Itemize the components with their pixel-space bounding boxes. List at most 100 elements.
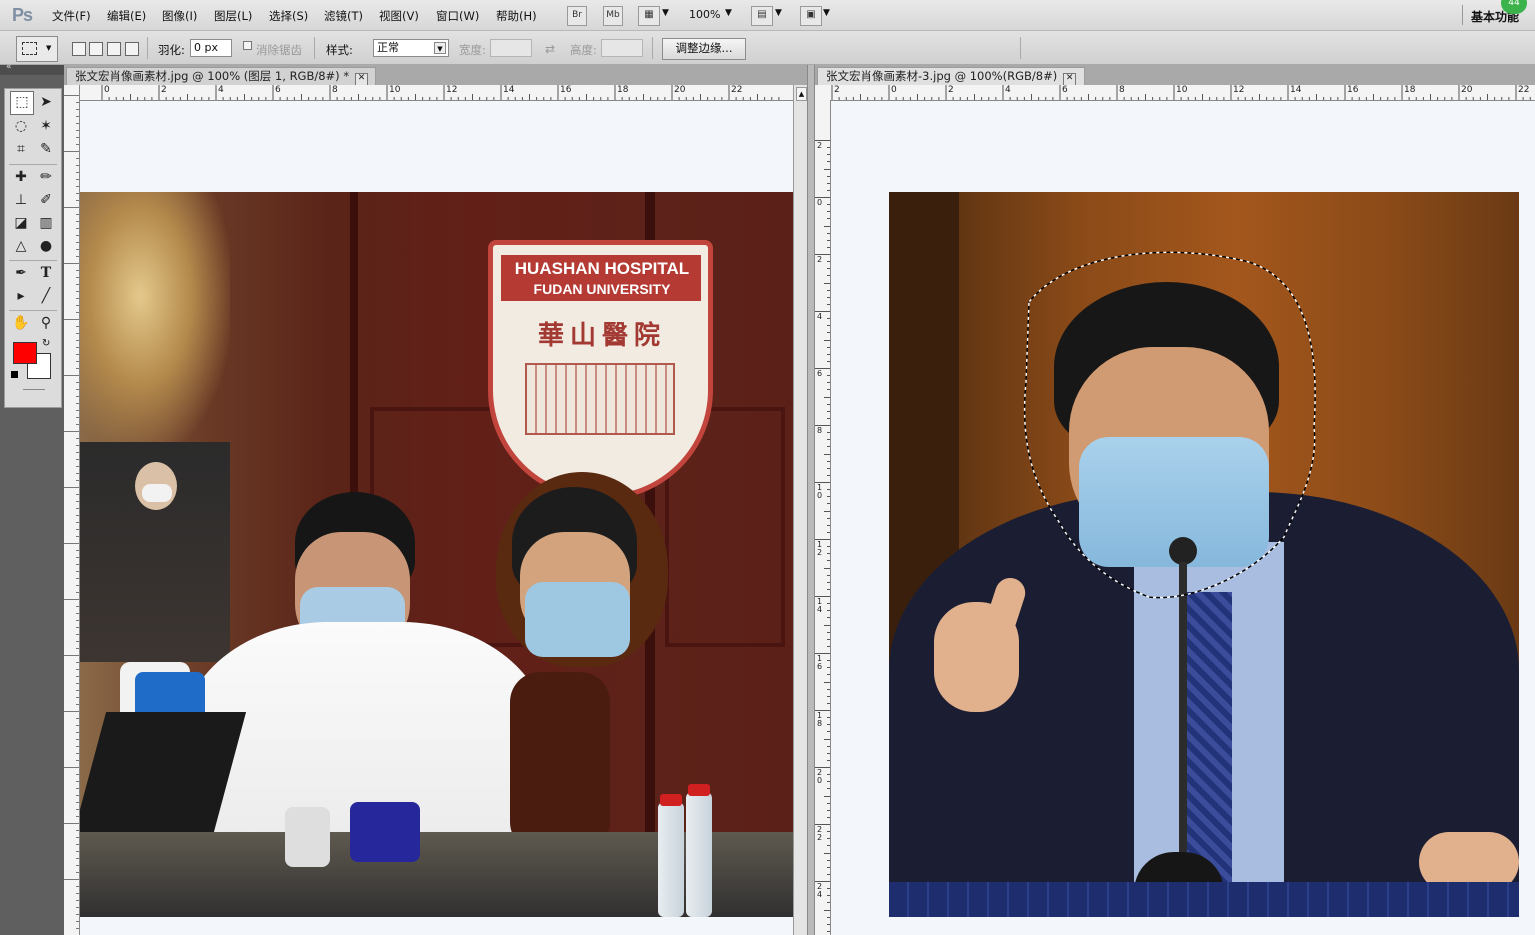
separator: [1020, 37, 1021, 59]
hand-icon[interactable]: ✋: [10, 312, 32, 334]
type-tool-icon[interactable]: T: [35, 262, 57, 284]
blur-icon[interactable]: △: [10, 235, 32, 257]
menu-image[interactable]: 图像(I): [162, 8, 197, 24]
mini-bridge-button[interactable]: Mb: [603, 6, 623, 26]
ruler-tick: [76, 830, 79, 831]
separator: [9, 310, 57, 311]
move-tool-icon[interactable]: ➤: [35, 91, 57, 113]
dodge-icon[interactable]: ●: [35, 235, 57, 257]
document-tab-2[interactable]: 张文宏肖像画素材-3.jpg @ 100%(RGB/8#) ✕: [817, 67, 1085, 86]
building-emblem: [525, 363, 675, 435]
ruler-tick: [64, 375, 79, 376]
path-select-icon[interactable]: ▸: [10, 285, 32, 307]
chevron-down-icon[interactable]: ▼: [662, 8, 669, 18]
menu-view[interactable]: 视图(V): [379, 8, 419, 24]
ruler-tick: [76, 172, 79, 173]
swap-icon[interactable]: ⇄: [545, 42, 555, 56]
menu-edit[interactable]: 编辑(E): [107, 8, 146, 24]
antialias-checkbox[interactable]: [243, 41, 252, 50]
ruler-tick: [76, 816, 79, 817]
ruler-tick: [827, 417, 830, 419]
width-label: 宽度:: [459, 43, 486, 57]
menu-filter[interactable]: 滤镜(T): [324, 8, 363, 24]
ruler-tick: [76, 893, 79, 894]
ruler-label: 22: [1518, 85, 1530, 95]
menu-layer[interactable]: 图层(L): [214, 8, 252, 24]
history-brush-icon[interactable]: ✐: [35, 189, 57, 211]
foreground-color-swatch[interactable]: [13, 342, 37, 364]
gradient-icon[interactable]: ▥: [35, 212, 57, 234]
add-selection-icon[interactable]: [89, 42, 103, 56]
ruler-tick: [76, 347, 79, 348]
ruler-tick: [76, 284, 79, 285]
eraser-icon[interactable]: ◪: [10, 212, 32, 234]
clone-stamp-icon[interactable]: ⊥: [10, 189, 32, 211]
feather-input[interactable]: 0 px: [190, 39, 232, 57]
tool-preset-picker[interactable]: ▼: [16, 36, 58, 62]
pane-divider[interactable]: [807, 65, 815, 935]
subtract-selection-icon[interactable]: [107, 42, 121, 56]
ruler-tick: [76, 326, 79, 327]
canvas-1[interactable]: HUASHAN HOSPITAL FUDAN UNIVERSITY 華山醫院: [80, 101, 793, 935]
ruler-label: 2: [948, 85, 954, 95]
eyedropper-icon[interactable]: ✎: [35, 138, 57, 160]
audience-mask: [142, 484, 172, 502]
chevron-down-icon[interactable]: ▼: [823, 8, 830, 18]
ruler-label: 16: [1347, 85, 1359, 95]
menu-window[interactable]: 窗口(W): [436, 8, 479, 24]
lasso-icon[interactable]: ◌: [10, 115, 32, 137]
height-input[interactable]: [601, 39, 643, 57]
ruler-tick: [827, 588, 830, 590]
style-select[interactable]: 正常 ▼: [373, 39, 449, 57]
ruler-label: 20: [817, 768, 823, 785]
rect-marquee-icon[interactable]: ⬚: [10, 91, 34, 115]
ruler-tick: [827, 574, 830, 576]
ruler-tick: [76, 648, 79, 649]
ruler-label: 12: [446, 85, 458, 95]
separator: [652, 37, 653, 59]
intersect-selection-icon[interactable]: [125, 42, 139, 56]
default-colors-icon[interactable]: [11, 371, 18, 378]
canvas-2[interactable]: [831, 101, 1535, 935]
ruler-tick: [827, 289, 830, 291]
zoom-icon[interactable]: ⚲: [35, 312, 57, 334]
brush-icon[interactable]: ✏: [35, 166, 57, 188]
menu-help[interactable]: 帮助(H): [496, 8, 537, 24]
menu-select[interactable]: 选择(S): [269, 8, 308, 24]
guides-icon[interactable]: ▦: [638, 6, 660, 26]
arrange-documents-icon[interactable]: ▤: [751, 6, 773, 26]
scroll-up-icon[interactable]: ▲: [796, 87, 807, 101]
panel-collapse-bar[interactable]: «: [0, 62, 64, 75]
ruler-tick: [76, 529, 79, 530]
chevron-down-icon[interactable]: ▼: [725, 8, 732, 18]
document-tab-1[interactable]: 张文宏肖像画素材.jpg @ 100% (图层 1, RGB/8#) * ✕: [66, 67, 376, 86]
screen-mode-icon[interactable]: ▣: [800, 6, 822, 26]
document-window-1: 张文宏肖像画素材.jpg @ 100% (图层 1, RGB/8#) * ✕ 0 2…: [64, 65, 811, 935]
swap-colors-icon[interactable]: ↻: [42, 338, 50, 349]
bridge-button[interactable]: Br: [567, 6, 587, 26]
ruler-tick: [827, 218, 830, 220]
healing-brush-icon[interactable]: ✚: [10, 166, 32, 188]
crop-icon[interactable]: ⌗: [10, 138, 32, 160]
ruler-tick: [76, 389, 79, 390]
ruler-tick: [827, 895, 830, 897]
ruler-tick: [76, 459, 79, 460]
ruler-tick: [827, 403, 830, 405]
pen-icon[interactable]: ✒: [10, 262, 32, 284]
ruler-tick: [824, 282, 830, 284]
ruler-tick: [827, 474, 830, 476]
zoom-level[interactable]: 100%: [689, 8, 720, 21]
ruler-tick: [76, 214, 79, 215]
ruler-label: 2: [161, 85, 167, 95]
ruler-tick: [76, 921, 79, 922]
new-selection-icon[interactable]: [72, 42, 86, 56]
marching-ants-selection[interactable]: [889, 192, 1519, 917]
magic-wand-icon[interactable]: ✶: [35, 115, 57, 137]
chevron-down-icon[interactable]: ▼: [775, 8, 782, 18]
menu-file[interactable]: 文件(F): [52, 8, 91, 24]
refine-edge-button[interactable]: 调整边缘...: [662, 38, 746, 60]
ruler-tick: [827, 346, 830, 348]
line-tool-icon[interactable]: ╱: [35, 285, 57, 307]
width-input[interactable]: [490, 39, 532, 57]
style-label: 样式:: [326, 43, 353, 57]
